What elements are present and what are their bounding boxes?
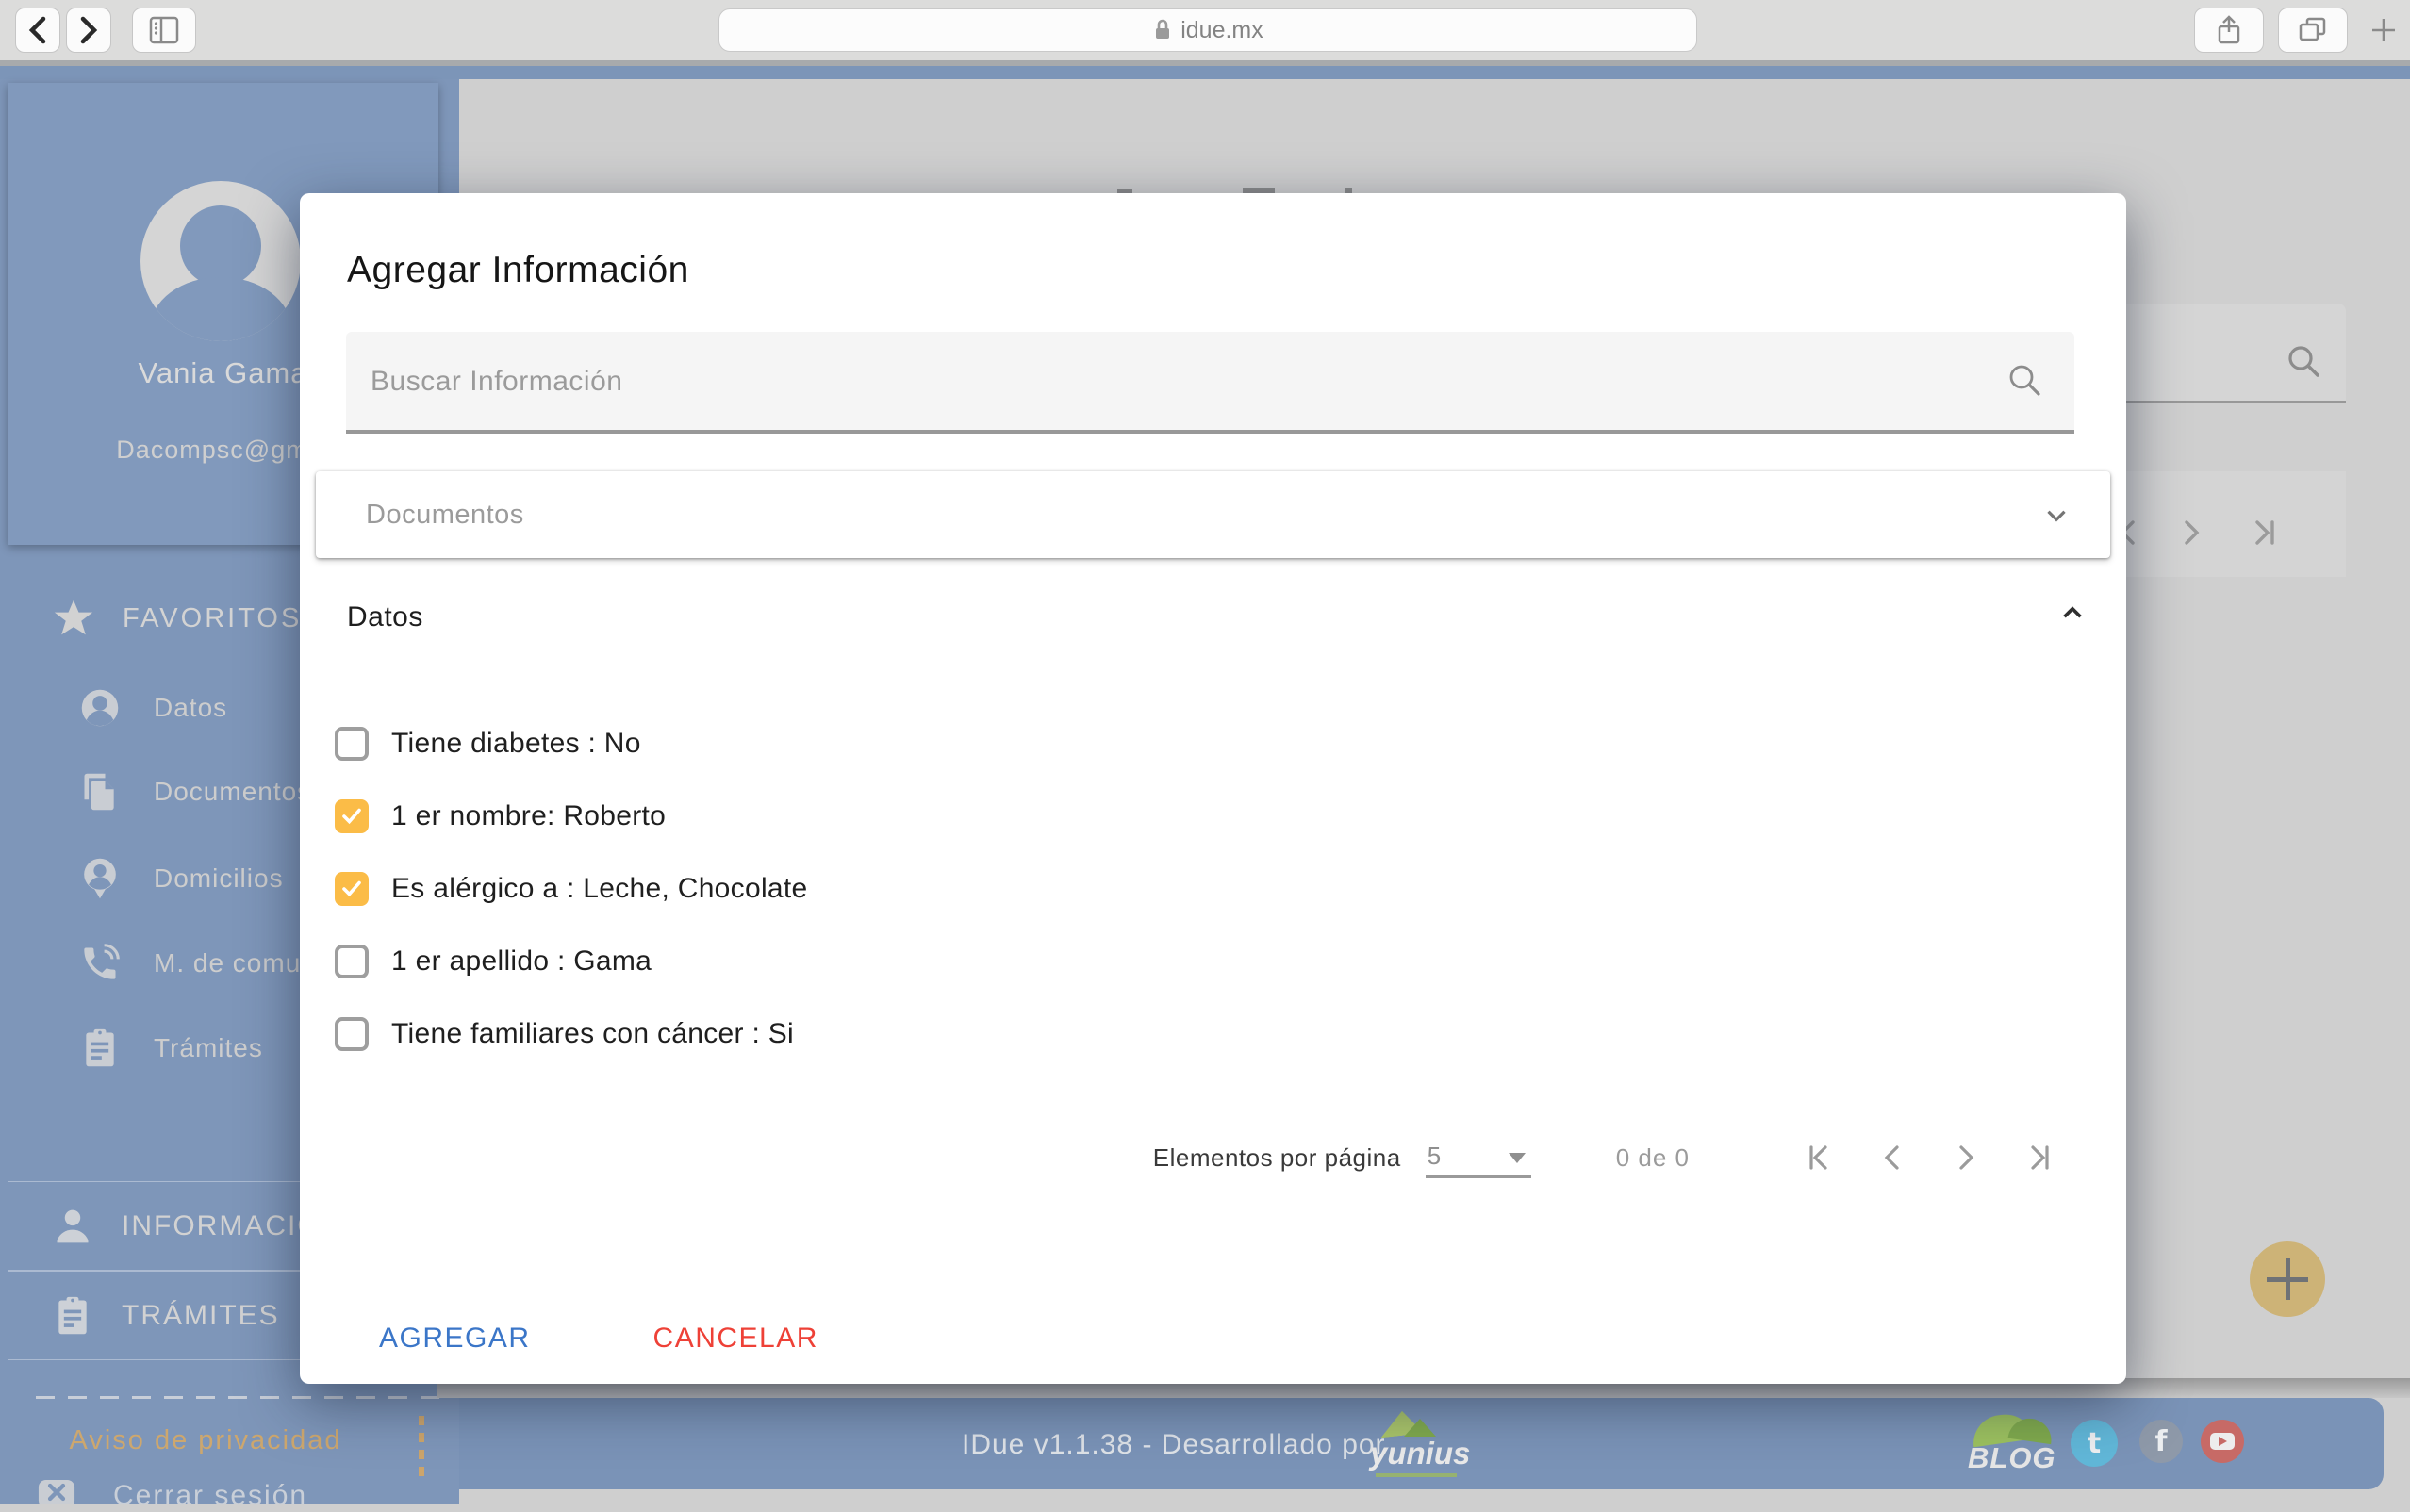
checkbox-row[interactable]: Tiene diabetes : No: [335, 725, 641, 763]
checkbox-label: 1 er nombre: Roberto: [391, 800, 667, 831]
facebook-link[interactable]: f: [2139, 1420, 2183, 1463]
documentos-expansion-panel[interactable]: Documentos: [316, 471, 2110, 558]
chevron-down-icon: [2047, 510, 2066, 522]
page-last-icon: [2255, 520, 2274, 545]
blog-link[interactable]: BLOG: [1968, 1409, 2072, 1475]
checkbox-label: 1 er apellido : Gama: [391, 945, 652, 977]
page-size-value: 5: [1427, 1141, 1442, 1170]
checkbox[interactable]: [335, 727, 369, 761]
sidebar-panel-icon: [149, 16, 179, 44]
next-page-button[interactable]: [1950, 1142, 1982, 1174]
twitter-icon: t: [2087, 1426, 2102, 1460]
search-input[interactable]: [369, 332, 2013, 432]
youtube-link[interactable]: [2201, 1420, 2244, 1463]
check-icon: [342, 880, 361, 897]
plus-icon: [2372, 19, 2395, 41]
chevron-left-icon: [28, 16, 46, 44]
yunius-logo: yunius: [1370, 1407, 1483, 1483]
checkbox-row[interactable]: Es alérgico a : Leche, Chocolate: [335, 870, 808, 908]
documents-icon: [84, 773, 114, 811]
tab-overview-button[interactable]: [2278, 8, 2348, 53]
cancelar-button[interactable]: CANCELAR: [652, 1317, 820, 1360]
checkbox-label: Tiene diabetes : No: [391, 728, 641, 759]
modal-search-field[interactable]: [346, 332, 2074, 434]
avatar: [140, 181, 301, 341]
add-fab-button: [2250, 1241, 2325, 1317]
checkbox-label: Es alérgico a : Leche, Chocolate: [391, 873, 808, 904]
checkbox-label: Tiene familiares con cáncer : Si: [391, 1018, 794, 1049]
lock-icon: [1156, 19, 1170, 39]
sidebar-item-label: Trámites: [154, 1033, 263, 1062]
favorites-label: FAVORITOS: [123, 602, 303, 633]
twitter-link[interactable]: t: [2071, 1420, 2118, 1467]
page-range-text: 0 de 0: [1615, 1142, 1690, 1172]
facebook-icon: f: [2154, 1424, 2168, 1458]
logout-icon: [38, 1480, 75, 1504]
agregar-button[interactable]: AGREGAR: [377, 1317, 533, 1360]
checkbox[interactable]: [335, 1017, 369, 1051]
last-page-button[interactable]: [2023, 1142, 2055, 1174]
modal-title: Agregar Información: [347, 250, 689, 290]
footer: IDue v1.1.38 - Desarrollado por yunius B…: [459, 1398, 2384, 1489]
search-icon: [2009, 365, 2040, 396]
chevron-up-icon: [2063, 606, 2082, 618]
first-page-button[interactable]: [1803, 1142, 1835, 1174]
items-per-page-label: Elementos por página: [1152, 1142, 1401, 1172]
star-icon: [54, 600, 93, 635]
checkbox[interactable]: [335, 945, 369, 978]
clipboard-icon: [58, 1296, 87, 1334]
sidebar-item-label: Documentos: [154, 777, 312, 806]
panel-label: Datos: [347, 601, 423, 633]
sidebar-item-label: Datos: [154, 693, 228, 722]
sidebar-item-label: M. de comun: [154, 948, 317, 978]
share-icon: [2218, 15, 2240, 44]
sidebar-item-label: Domicilios: [154, 863, 284, 893]
checkbox-row[interactable]: Tiene familiares con cáncer : Si: [335, 1015, 794, 1053]
new-tab-button[interactable]: [2365, 13, 2402, 47]
page-size-select[interactable]: 5: [1425, 1138, 1531, 1178]
modal-actions: AGREGAR CANCELAR: [377, 1317, 820, 1360]
clipboard-icon: [86, 1028, 114, 1067]
person-pin-icon: [84, 858, 116, 899]
dashed-divider-vertical: [419, 1416, 424, 1476]
page-next-icon: [2185, 520, 2200, 545]
person-icon: [57, 1209, 89, 1242]
browser-forward-button[interactable]: [66, 8, 111, 53]
browser-back-button[interactable]: [15, 8, 60, 53]
share-button[interactable]: [2194, 8, 2264, 53]
blog-label: BLOG: [1968, 1441, 2056, 1474]
privacy-link[interactable]: Aviso de privacidad: [8, 1425, 404, 1456]
add-information-modal: Agregar Información Documentos Datos Tie…: [300, 193, 2126, 1384]
checkbox-row[interactable]: 1 er nombre: Roberto: [335, 797, 666, 835]
logout-button[interactable]: Cerrar sesión: [36, 1480, 432, 1511]
sidebar-section-label: TRÁMITES: [122, 1299, 280, 1331]
person-circle-icon: [81, 689, 119, 727]
modal-paginator: Elementos por página 5 0 de 0: [1153, 1134, 2055, 1181]
datos-expansion-header[interactable]: Datos: [300, 587, 2126, 648]
prev-page-button[interactable]: [1876, 1142, 1908, 1174]
page-top-strip: [0, 66, 2410, 79]
url-bar[interactable]: idue.mx: [718, 8, 1697, 52]
panel-label: Documentos: [366, 499, 524, 530]
yunius-tagline: [1376, 1473, 1457, 1477]
phone-icon: [84, 944, 120, 979]
url-text: idue.mx: [1180, 16, 1263, 43]
tabs-icon: [2299, 17, 2326, 41]
dashed-divider: [36, 1396, 441, 1399]
check-icon: [342, 808, 361, 825]
caret-down-icon: [1508, 1152, 1526, 1163]
yunius-brand-text: yunius: [1370, 1436, 1471, 1471]
youtube-icon: [2210, 1433, 2235, 1450]
sidebar-toggle-button[interactable]: [132, 8, 196, 53]
footer-version-text: IDue v1.1.38 - Desarrollado por: [962, 1429, 1386, 1460]
checkbox-checked[interactable]: [335, 799, 369, 833]
search-icon: [2288, 346, 2319, 377]
checkbox-row[interactable]: 1 er apellido : Gama: [335, 943, 652, 980]
checkbox-checked[interactable]: [335, 872, 369, 906]
chevron-right-icon: [80, 16, 98, 44]
